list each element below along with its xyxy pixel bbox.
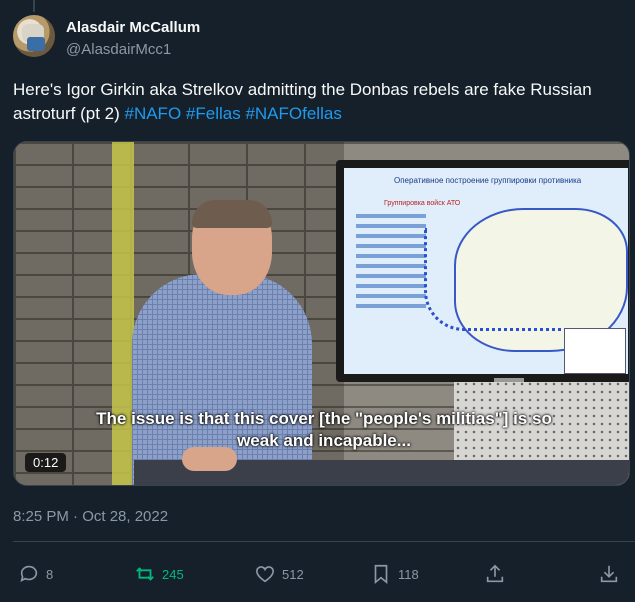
download-button[interactable] [598,554,620,594]
action-bar: 8 245 512 118 [0,554,635,594]
thread-connector-line [33,0,35,12]
tv-screen: Оперативное построение группировки проти… [336,160,629,382]
share-icon [486,564,504,583]
video-player[interactable]: Оперативное построение группировки проти… [13,141,630,486]
avatar[interactable] [13,15,55,57]
tv-screen-title: Оперативное построение группировки проти… [394,176,582,185]
tweet-text: Here's Igor Girkin aka Strelkov admittin… [13,78,613,126]
hashtag-fellas[interactable]: #Fellas [186,104,241,123]
share-button[interactable] [484,554,506,594]
author-name[interactable]: Alasdair McCallum [66,19,200,36]
tv-screen-subtitle: Группировка войск АТО [384,200,461,207]
author-handle[interactable]: @AlasdairMcc1 [66,41,171,58]
reply-icon [20,565,38,582]
bookmark-icon [374,564,388,585]
divider [13,541,635,542]
hashtag-nafofellas[interactable]: #NAFOfellas [245,104,341,123]
like-button[interactable]: 512 [254,554,304,594]
video-subtitle: The issue is that this cover [the "peopl… [96,409,552,450]
retweet-button[interactable]: 245 [134,554,184,594]
heart-icon [255,566,275,583]
retweet-count: 245 [162,566,184,582]
hashtag-nafo[interactable]: #NAFO [124,104,181,123]
reply-button[interactable]: 8 [18,554,53,594]
video-duration-badge: 0:12 [25,453,67,472]
map-legend [564,328,626,374]
like-count: 512 [282,566,304,582]
bookmark-button[interactable]: 118 [370,554,419,594]
post-timestamp[interactable]: 8:25 PM · Oct 28, 2022 [13,508,168,525]
download-icon [600,565,618,583]
retweet-icon [136,567,154,581]
reply-count: 8 [46,566,54,582]
bookmark-count: 118 [398,566,419,582]
